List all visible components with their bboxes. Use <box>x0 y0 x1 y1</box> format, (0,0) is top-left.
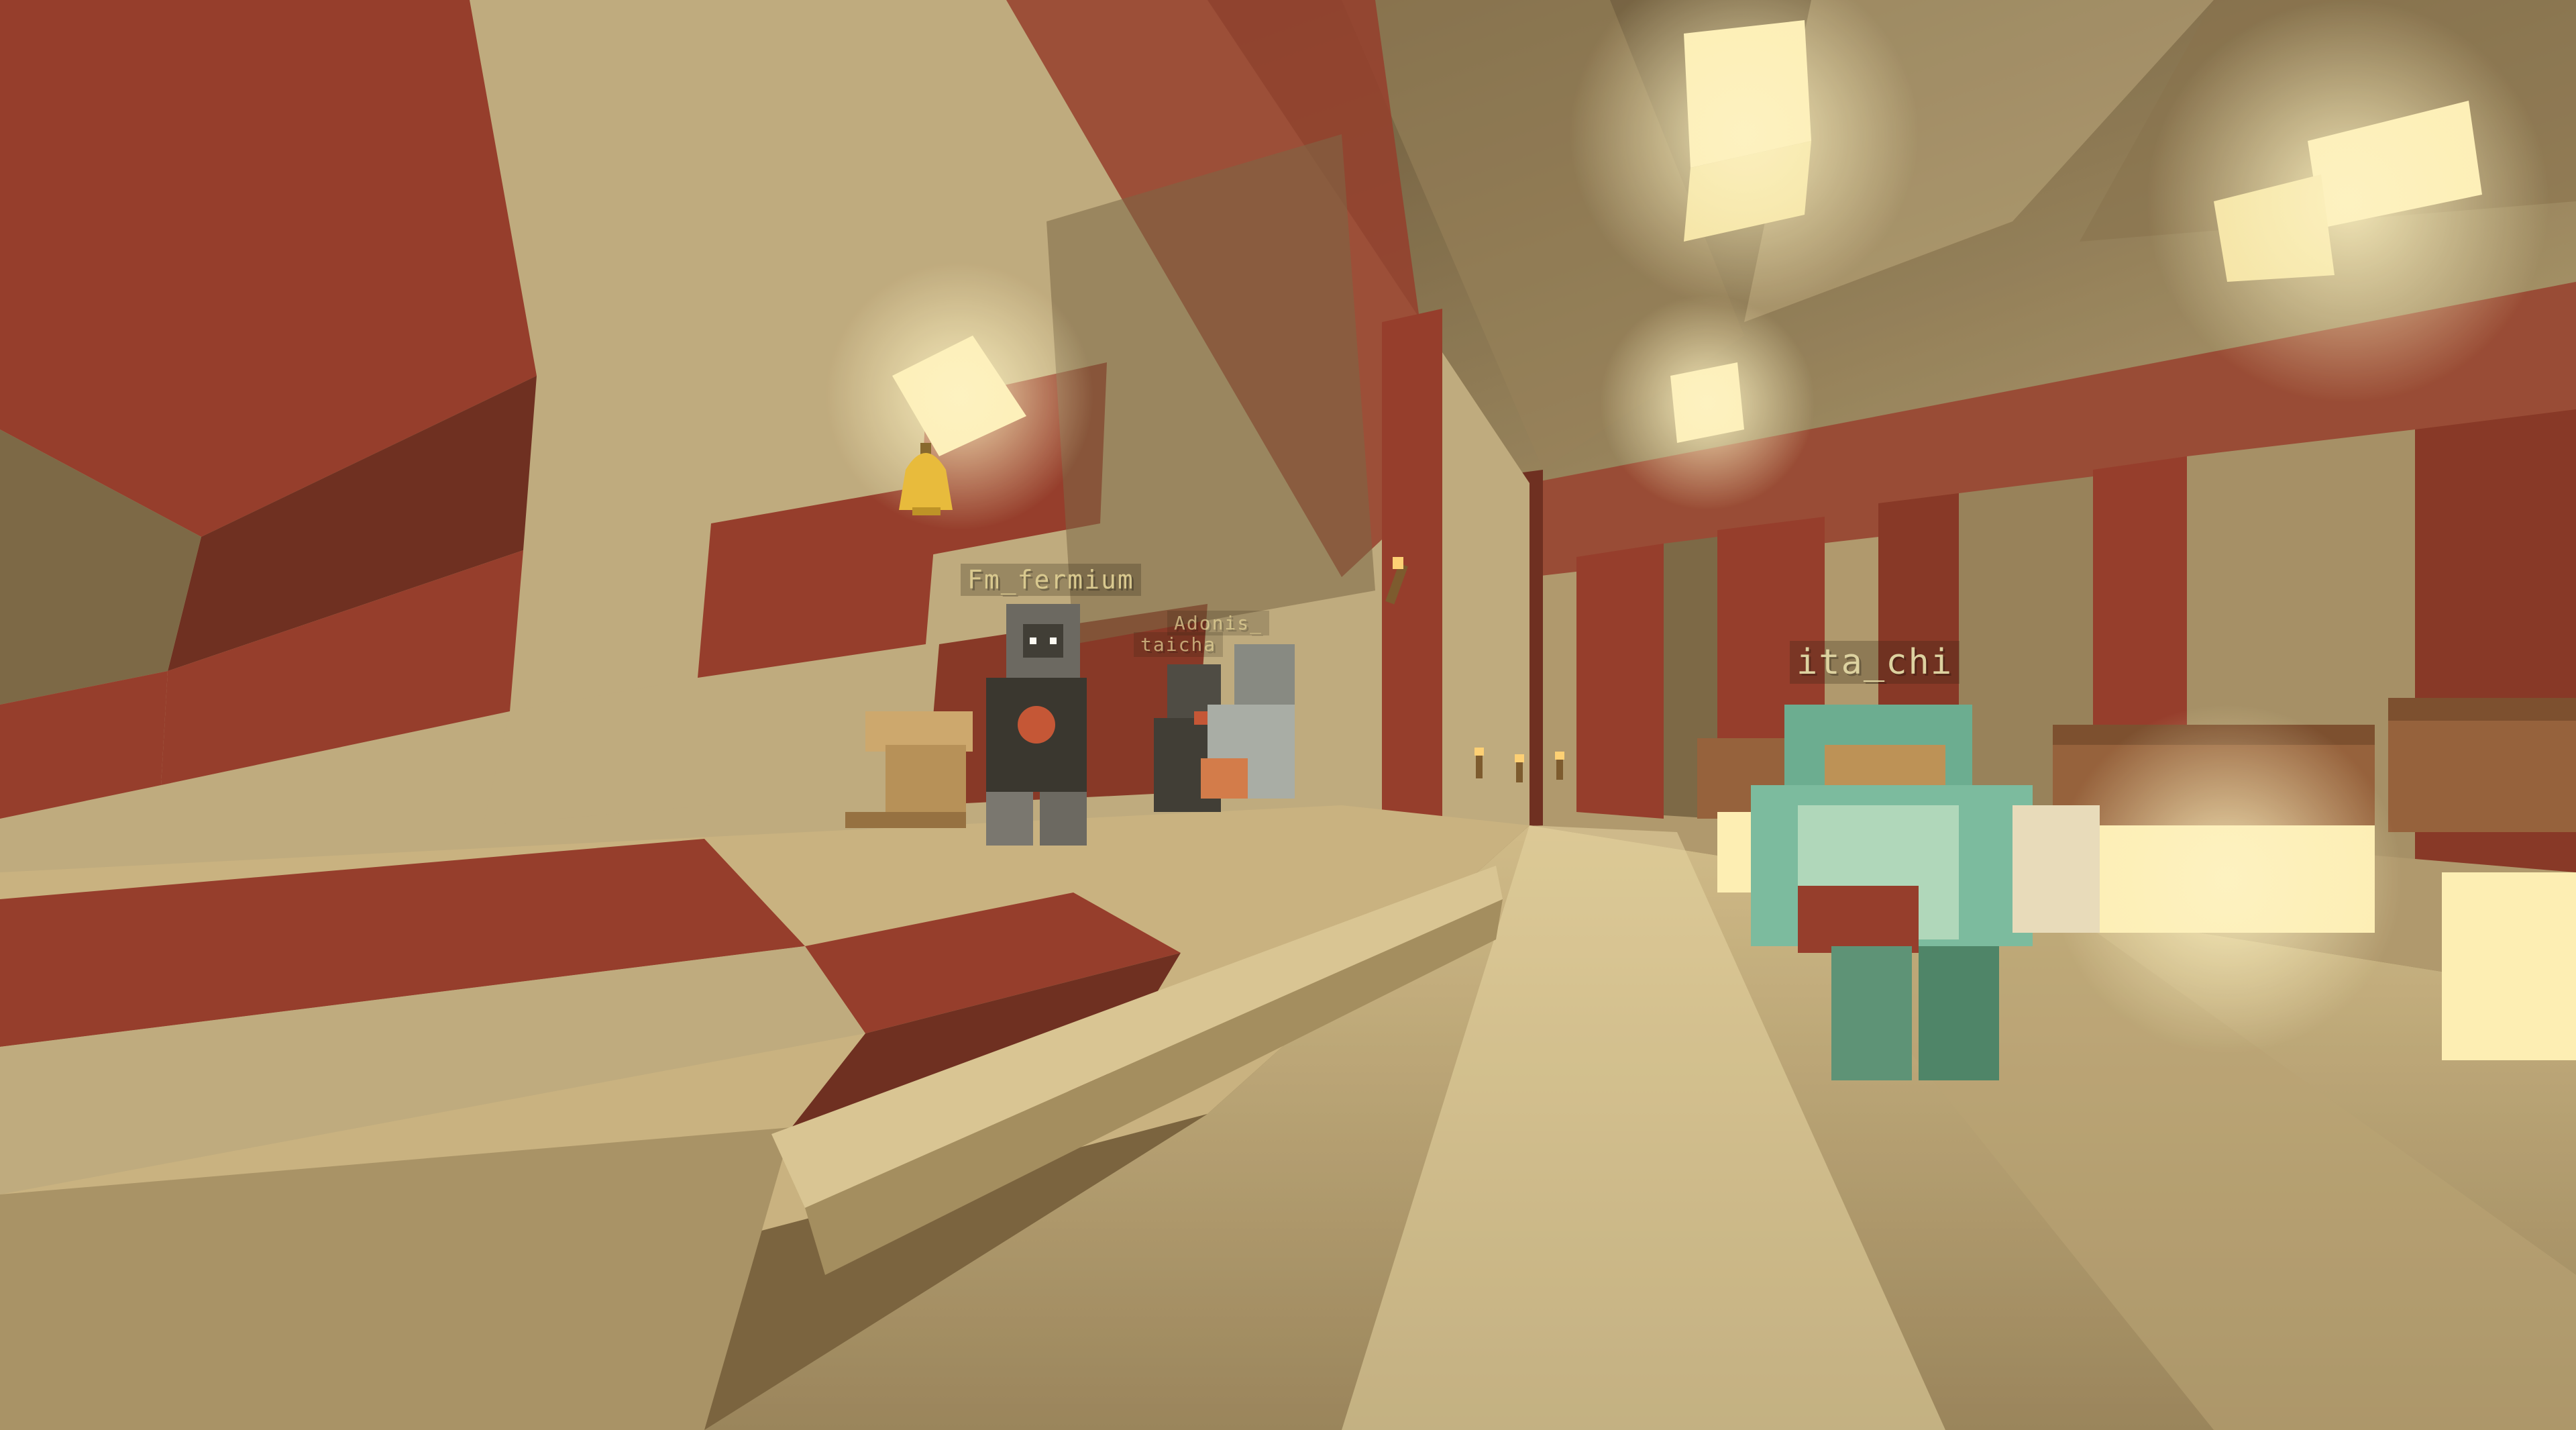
scene-render <box>0 0 2576 1430</box>
nametag-ita-chi: ita_chi <box>1790 641 1960 684</box>
nametag-taicha: taicha <box>1134 632 1224 657</box>
game-viewport[interactable]: Fm_fermium Adonis_ taicha ita_chi <box>0 0 2576 1430</box>
nametag-fm-fermium: Fm_fermium <box>961 564 1141 596</box>
